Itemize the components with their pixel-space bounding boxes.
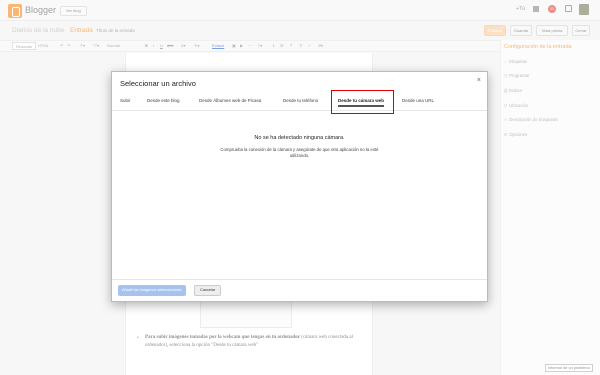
tab-upload[interactable]: Subir — [120, 98, 131, 103]
no-camera-message: No se ha detectado ninguna cámara. — [254, 135, 345, 141]
select-file-dialog: Seleccionar un archivo × Subir Desde est… — [111, 71, 488, 302]
dialog-tabs: Subir Desde este blog Desde Álbumes web … — [112, 94, 487, 111]
tab-from-this-blog[interactable]: Desde este blog — [147, 98, 180, 103]
cancel-button[interactable]: Cancelar — [194, 285, 222, 296]
add-selected-images-button[interactable]: Añadir las imágenes seleccionadas — [118, 285, 186, 296]
dialog-title: Seleccionar un archivo — [120, 79, 196, 88]
tab-highlight-annotation — [331, 90, 394, 114]
close-icon[interactable]: × — [477, 77, 481, 84]
dialog-footer-divider — [112, 279, 487, 280]
tab-from-phone[interactable]: Desde tu teléfono — [283, 98, 318, 103]
camera-check-hint: Comprueba la conexión de la cámara y ase… — [220, 147, 379, 158]
tab-picasa-albums[interactable]: Desde Álbumes web de Picasa — [199, 98, 261, 103]
tab-from-url[interactable]: Desde una URL — [402, 98, 434, 103]
